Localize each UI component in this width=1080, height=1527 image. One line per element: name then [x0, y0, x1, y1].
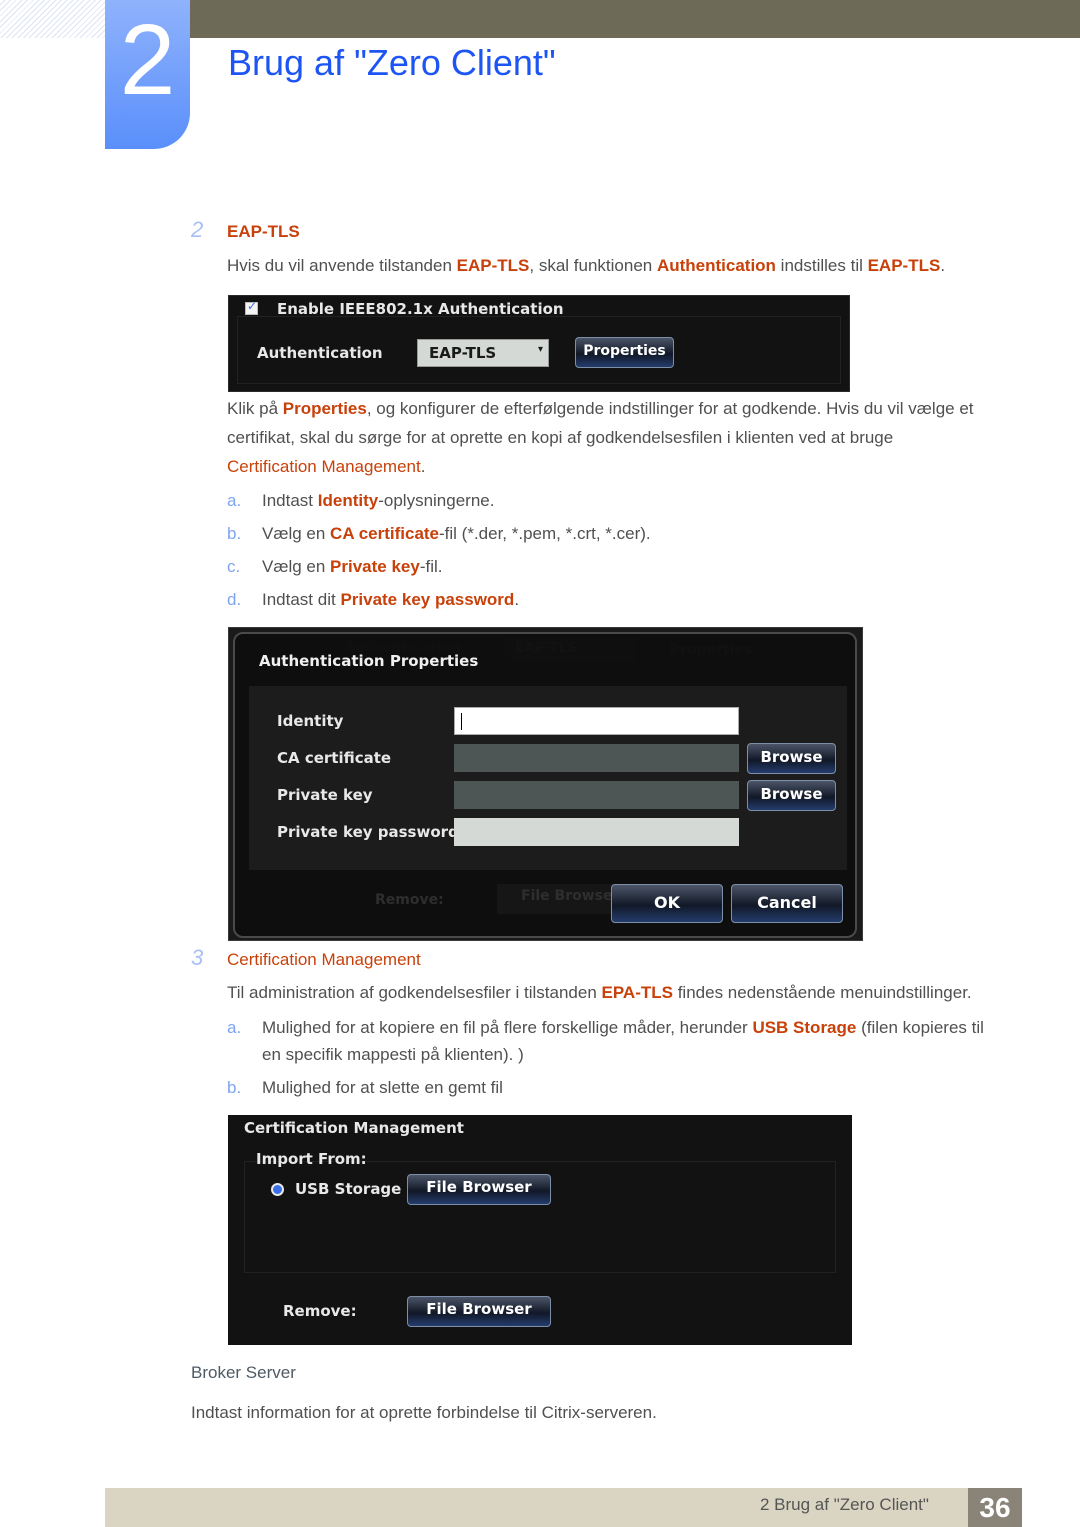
list-marker: c. [227, 557, 241, 576]
text: -oplysningerne. [378, 491, 495, 510]
dropdown-arrow-icon: ▾ [537, 344, 543, 355]
header-bar [190, 0, 1080, 38]
text: findes nedenstående menuindstillinger. [672, 983, 972, 1002]
text: Vælg en [262, 557, 331, 576]
page-number: 36 [968, 1488, 1022, 1527]
highlight: Authentication [656, 256, 776, 275]
text: Vælg en [262, 524, 331, 543]
list-marker: d. [227, 590, 242, 609]
ca-browse-button[interactable]: Browse [747, 743, 836, 774]
intro-paragraph: Hvis du vil anvende tilstanden EAP-TLS, … [227, 256, 945, 276]
broker-heading: Broker Server [191, 1363, 296, 1382]
text: . [420, 457, 426, 476]
auth-settings-panel: ✓ Enable IEEE802.1x Authentication Authe… [228, 295, 850, 392]
import-from-label: Import From: [256, 1150, 367, 1168]
password-label: Private key password [277, 823, 459, 841]
cert-management-panel: Certification Management Import From: US… [228, 1115, 852, 1345]
paragraph-line: Certification Management. [227, 457, 425, 477]
text: Hvis du vil anvende tilstanden [227, 256, 457, 275]
usb-storage-radio[interactable] [271, 1183, 284, 1196]
text: Klik på [227, 399, 283, 418]
highlight: Private key password [340, 590, 515, 609]
step-number: 2 [191, 217, 204, 242]
section-heading: Certification Management [227, 950, 421, 969]
text: -fil. [419, 557, 443, 576]
auth-select-value: EAP-TLS [429, 344, 497, 362]
text: Indtast dit [262, 590, 341, 609]
bg-file-browser: File Browse [497, 884, 617, 914]
panel-title: Certification Management [244, 1119, 464, 1137]
step-number: 3 [191, 945, 204, 970]
cancel-button[interactable]: Cancel [731, 884, 843, 923]
list-marker: a. [227, 1018, 242, 1037]
text: Til administration af godkendelsesfiler … [227, 983, 602, 1002]
identity-input[interactable] [454, 707, 739, 735]
paragraph: Klik på Properties, og konfigurer de eft… [227, 399, 974, 419]
import-file-browser-button[interactable]: File Browser [407, 1174, 551, 1205]
text: Indtast [262, 491, 318, 510]
auth-properties-screenshot: Authentication EAP-TLS Properties Authen… [228, 627, 863, 941]
dialog-content-area: Identity CA certificate Browse Private k… [249, 686, 847, 870]
text: , og konfigurer de efterfølgende indstil… [366, 399, 974, 418]
checkmark-icon: ✓ [247, 299, 258, 313]
text: en specifik mappesti på klienten). ) [262, 1045, 524, 1064]
text: Mulighed for at slette en gemt fil [262, 1078, 503, 1097]
identity-label: Identity [277, 712, 344, 730]
text: , skal funktionen [529, 256, 657, 275]
text: (filen kopieres til [856, 1018, 984, 1037]
footer-chapter-text: 2 Brug af "Zero Client" [760, 1495, 929, 1514]
private-key-label: Private key [277, 786, 373, 804]
header-hatch-decoration [0, 0, 105, 38]
highlight: USB Storage [752, 1018, 857, 1037]
page-title: Brug af "Zero Client" [228, 42, 556, 83]
auth-label: Authentication [257, 344, 383, 362]
highlight: Certification Management [227, 457, 421, 476]
highlight: Private key [330, 557, 420, 576]
chapter-number: 2 [119, 4, 176, 116]
intro-paragraph: Til administration af godkendelsesfiler … [227, 983, 972, 1003]
broker-text: Indtast information for at oprette forbi… [191, 1403, 657, 1422]
dialog-title: Authentication Properties [259, 652, 479, 670]
properties-button[interactable]: Properties [575, 337, 674, 368]
private-key-input[interactable] [454, 781, 739, 809]
list-marker: b. [227, 1078, 242, 1097]
list-marker: b. [227, 524, 242, 543]
highlight: Identity [317, 491, 379, 510]
highlight: EAP-TLS [456, 256, 530, 275]
ok-button[interactable]: OK [611, 884, 723, 923]
password-input[interactable] [454, 818, 739, 846]
remove-label: Remove: [283, 1302, 357, 1320]
usb-storage-label: USB Storage [295, 1180, 402, 1198]
text: Mulighed for at kopiere en fil på flere … [262, 1018, 753, 1037]
paragraph-line: certifikat, skal du sørge for at oprette… [227, 428, 894, 447]
ca-certificate-input[interactable] [454, 744, 739, 772]
text: indstilles til [775, 256, 868, 275]
private-key-browse-button[interactable]: Browse [747, 780, 836, 811]
text: . [514, 590, 520, 609]
highlight: Properties [282, 399, 367, 418]
text-cursor [461, 713, 462, 730]
highlight: EPA-TLS [601, 983, 673, 1002]
remove-file-browser-button[interactable]: File Browser [407, 1296, 551, 1327]
highlight: EAP-TLS [867, 256, 941, 275]
list-marker: a. [227, 491, 242, 510]
text: -fil (*.der, *.pem, *.crt, *.cer). [439, 524, 651, 543]
dialog-window: Authentication Properties Identity CA ce… [233, 632, 857, 938]
ca-certificate-label: CA certificate [277, 749, 392, 767]
section-heading: EAP-TLS [227, 222, 300, 241]
auth-select[interactable]: EAP-TLS ▾ [417, 339, 549, 367]
enable-checkbox[interactable]: ✓ [245, 299, 258, 315]
text: . [940, 256, 946, 275]
highlight: CA certificate [330, 524, 440, 543]
bg-remove-label: Remove: [375, 892, 444, 908]
